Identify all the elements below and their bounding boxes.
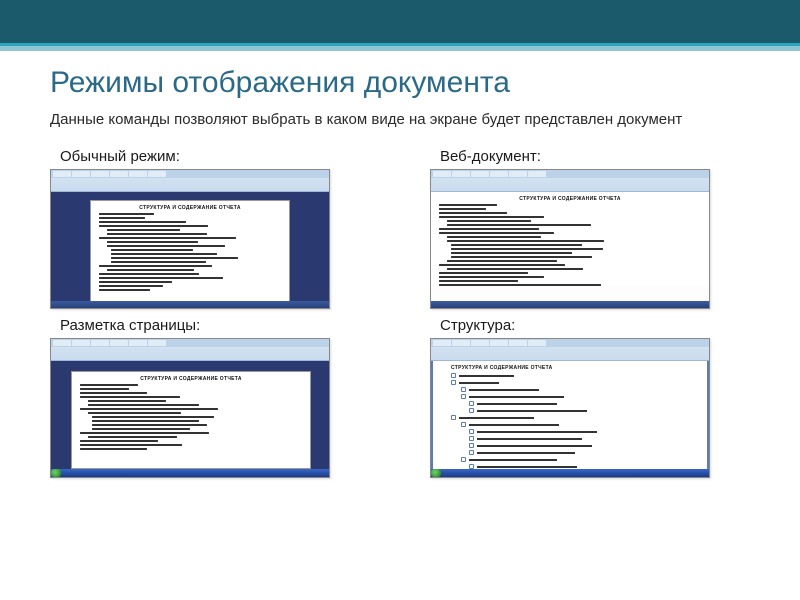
- label-layout: Разметка страницы:: [50, 317, 370, 334]
- doc-lines: [91, 213, 289, 291]
- document-page: СТРУКТУРА И СОДЕРЖАНИЕ ОТЧЕТА: [71, 371, 311, 469]
- cell-web: Веб-документ: СТРУКТУРА И СОДЕРЖАНИЕ ОТЧ…: [430, 148, 750, 309]
- document-page: СТРУКТУРА И СОДЕРЖАНИЕ ОТЧЕТА: [90, 200, 290, 309]
- cell-layout: Разметка страницы: СТРУКТУРА И СОДЕРЖАНИ…: [50, 317, 370, 478]
- slide-header-bar: [0, 0, 800, 46]
- document-page: СТРУКТУРА И СОДЕРЖАНИЕ ОТЧЕТА: [431, 361, 709, 478]
- thumb-web: СТРУКТУРА И СОДЕРЖАНИЕ ОТЧЕТА: [430, 169, 710, 309]
- doc-lines: [72, 384, 310, 450]
- thumb-outline: СТРУКТУРА И СОДЕРЖАНИЕ ОТЧЕТА: [430, 338, 710, 478]
- taskbar: [431, 469, 709, 477]
- document-page: СТРУКТУРА И СОДЕРЖАНИЕ ОТЧЕТА: [431, 192, 709, 286]
- status-bar: [431, 301, 709, 308]
- label-outline: Структура:: [430, 317, 750, 334]
- start-button-icon: [431, 469, 441, 477]
- doc-heading: СТРУКТУРА И СОДЕРЖАНИЕ ОТЧЕТА: [91, 201, 289, 213]
- label-web: Веб-документ:: [430, 148, 750, 165]
- start-button-icon: [51, 469, 61, 477]
- thumb-normal: СТРУКТУРА И СОДЕРЖАНИЕ ОТЧЕТА: [50, 169, 330, 309]
- doc-lines: [433, 373, 707, 478]
- thumbnails-grid: Обычный режим: СТРУКТУРА И СОДЕРЖАНИЕ ОТ…: [50, 148, 750, 478]
- status-bar: [51, 301, 329, 308]
- cell-outline: Структура: СТРУКТУРА И СОДЕРЖАНИЕ ОТЧЕТА: [430, 317, 750, 478]
- slide-subtitle: Данные команды позволяют выбрать в каком…: [50, 110, 750, 130]
- slide-content: Режимы отображения документа Данные кома…: [0, 46, 800, 478]
- taskbar: [51, 469, 329, 477]
- cell-normal: Обычный режим: СТРУКТУРА И СОДЕРЖАНИЕ ОТ…: [50, 148, 370, 309]
- thumb-layout: СТРУКТУРА И СОДЕРЖАНИЕ ОТЧЕТА: [50, 338, 330, 478]
- doc-heading: СТРУКТУРА И СОДЕРЖАНИЕ ОТЧЕТА: [433, 361, 707, 373]
- word-ribbon: [431, 339, 709, 361]
- word-ribbon: [431, 170, 709, 192]
- word-ribbon: [51, 170, 329, 192]
- word-ribbon: [51, 339, 329, 361]
- doc-lines: [431, 204, 709, 286]
- slide-title: Режимы отображения документа: [50, 66, 750, 100]
- doc-heading: СТРУКТУРА И СОДЕРЖАНИЕ ОТЧЕТА: [431, 192, 709, 204]
- doc-heading: СТРУКТУРА И СОДЕРЖАНИЕ ОТЧЕТА: [72, 372, 310, 384]
- label-normal: Обычный режим:: [50, 148, 370, 165]
